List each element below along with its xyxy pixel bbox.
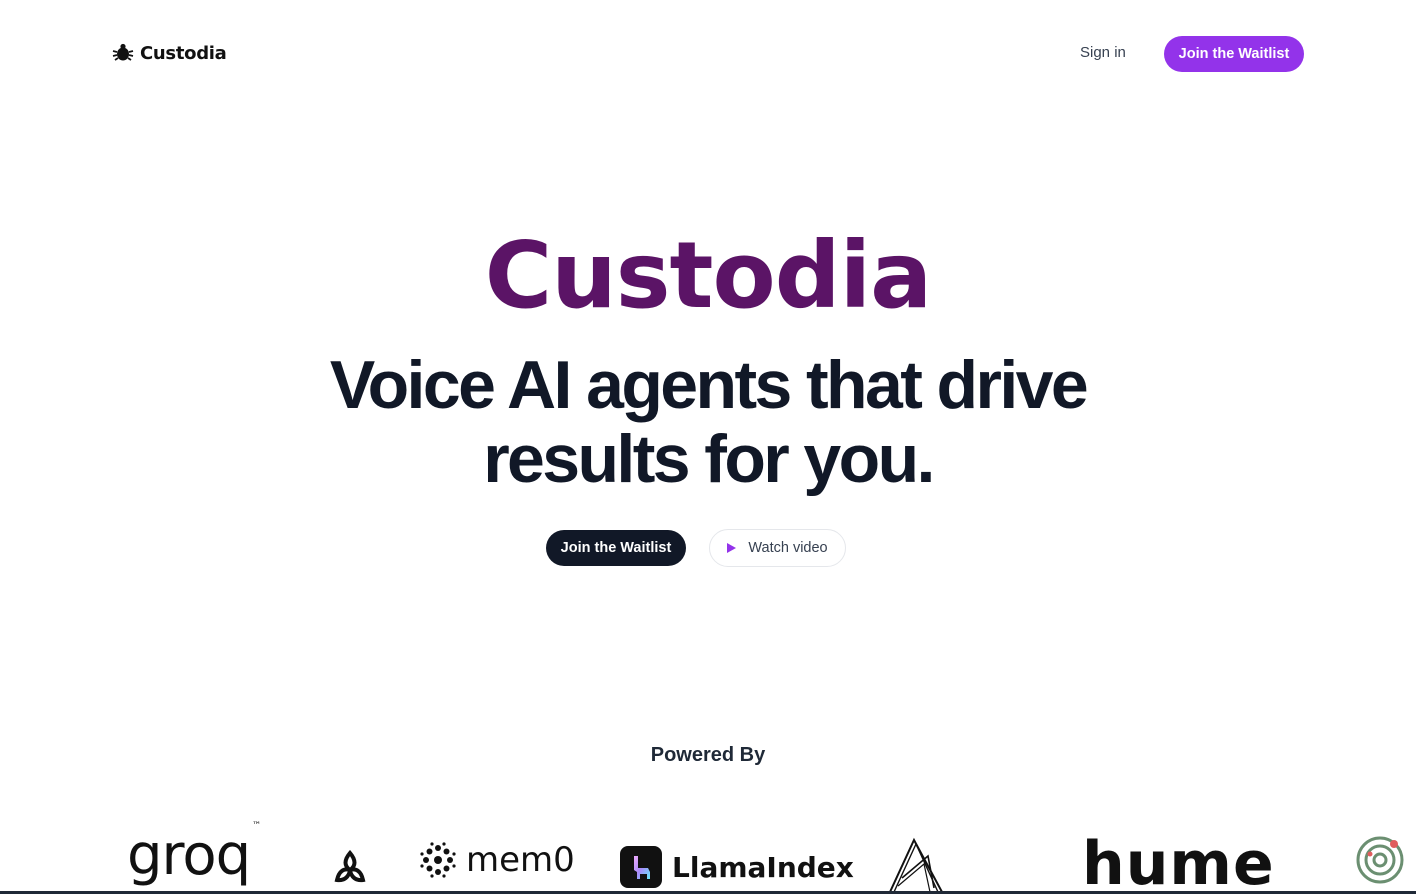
site-header: Custodia Sign in Join the Waitlist bbox=[0, 0, 1416, 108]
partner-logos: groq ™ mem0 LlamaIndex hume bbox=[0, 820, 1416, 894]
join-waitlist-button[interactable]: Join the Waitlist bbox=[546, 530, 686, 566]
powered-by-heading: Powered By bbox=[650, 744, 766, 766]
mem0-text: mem0 bbox=[466, 840, 575, 880]
triangle-knot-icon bbox=[332, 850, 368, 886]
brand-name: Custodia bbox=[140, 42, 227, 64]
sketch-a-icon bbox=[884, 836, 948, 894]
join-waitlist-header-button[interactable]: Join the Waitlist bbox=[1164, 36, 1304, 72]
watch-video-label: Watch video bbox=[748, 540, 828, 556]
brand-logo[interactable]: Custodia bbox=[112, 40, 227, 66]
groq-trademark: ™ bbox=[252, 820, 261, 831]
hero-title-line1: Voice AI agents that drive bbox=[329, 347, 1089, 423]
hero-title-line2: results for you. bbox=[483, 421, 935, 497]
bug-icon bbox=[112, 43, 134, 63]
hero-title: Voice AI agents that drive results for y… bbox=[208, 348, 1208, 496]
sign-in-link[interactable]: Sign in bbox=[1080, 44, 1126, 61]
mem0-logo: mem0 bbox=[420, 840, 575, 880]
llamaindex-logo: LlamaIndex bbox=[620, 846, 854, 888]
llama-icon bbox=[620, 846, 662, 888]
watch-video-button[interactable]: Watch video bbox=[709, 529, 846, 567]
groq-logo: groq ™ bbox=[127, 821, 261, 888]
mem0-dots-icon bbox=[420, 842, 456, 878]
groq-text: groq bbox=[127, 823, 251, 888]
orbit-icon bbox=[1354, 834, 1406, 886]
cta-row: Join the Waitlist Watch video bbox=[0, 529, 1416, 567]
hero-brand: Custodia bbox=[484, 222, 932, 329]
llamaindex-text: LlamaIndex bbox=[672, 850, 854, 884]
hume-logo: hume bbox=[1082, 829, 1275, 894]
play-icon bbox=[727, 543, 737, 553]
